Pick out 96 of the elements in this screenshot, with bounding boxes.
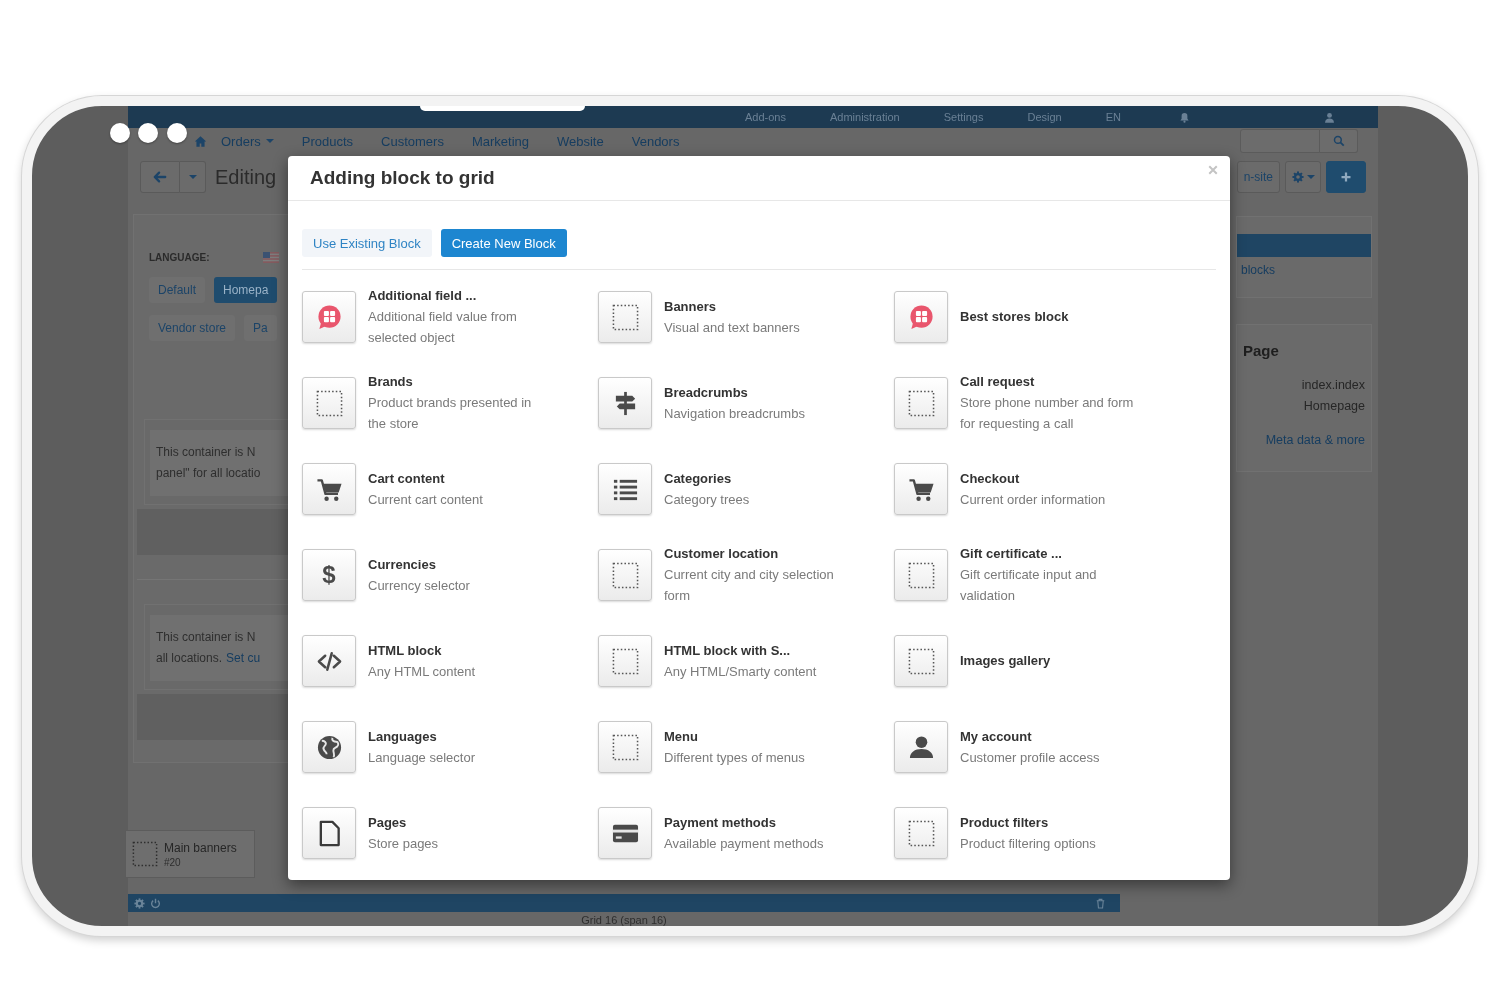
- block-description: Product filtering options: [960, 834, 1096, 853]
- user-icon[interactable]: [894, 721, 948, 773]
- block-description: Visual and text banners: [664, 318, 800, 337]
- dollar-sign-icon[interactable]: $: [302, 549, 356, 601]
- arrow-left-icon: [153, 170, 167, 184]
- block-description: Category trees: [664, 490, 750, 509]
- block-description: Different types of menus: [664, 748, 805, 767]
- caret-icon: [265, 139, 274, 143]
- block-title[interactable]: Customer location: [664, 544, 844, 564]
- signpost-icon[interactable]: [598, 377, 652, 429]
- block-number: #20: [164, 856, 182, 868]
- layout-tab[interactable]: Homepa: [214, 277, 278, 303]
- block-description: Gift certificate input and validation: [960, 566, 1098, 605]
- dropdown-button[interactable]: [180, 161, 206, 193]
- block-title[interactable]: Languages: [368, 726, 475, 747]
- block-description: Current cart content: [368, 490, 483, 509]
- dotted-square-icon[interactable]: [894, 635, 948, 687]
- language-label: LANGUAGE:: [149, 251, 210, 263]
- block-description: Any HTML/Smarty content: [664, 662, 817, 681]
- gear-icon: [1291, 171, 1304, 183]
- block-title[interactable]: Payment methods: [664, 812, 824, 833]
- block-description: Product brands presented in the store: [368, 394, 533, 433]
- dot-icon: [110, 123, 130, 143]
- power-icon[interactable]: [150, 897, 161, 909]
- block-title[interactable]: Pages: [368, 812, 439, 833]
- block-name: Main banners: [164, 840, 237, 855]
- block-description: Available payment methods: [664, 834, 824, 853]
- block-title[interactable]: Menu: [664, 726, 805, 747]
- dotted-square-icon[interactable]: [598, 291, 652, 343]
- block-title[interactable]: Images gallery: [960, 651, 1051, 671]
- dotted-square-icon[interactable]: [894, 377, 948, 429]
- block-title[interactable]: Banners: [664, 296, 800, 317]
- search-field[interactable]: [1240, 129, 1320, 153]
- block-description: Navigation breadcrumbs: [664, 404, 805, 423]
- block-title[interactable]: Checkout: [960, 468, 1106, 489]
- container-notice: This container is N all locations. Set cu: [150, 615, 288, 681]
- list-icon[interactable]: [598, 463, 652, 515]
- settings-button[interactable]: [1285, 161, 1321, 193]
- page-value: Homepage: [1302, 398, 1365, 415]
- cart-icon[interactable]: [302, 463, 356, 515]
- block-description: Additional field value from selected object: [368, 308, 518, 347]
- block-description: Current order information: [960, 490, 1106, 509]
- dotted-square-icon[interactable]: [598, 635, 652, 687]
- block-title[interactable]: Breadcrumbs: [664, 382, 805, 403]
- dotted-square-icon[interactable]: [598, 721, 652, 773]
- home-icon[interactable]: [194, 134, 207, 148]
- block-title[interactable]: Cart content: [368, 468, 483, 489]
- dotted-square-icon[interactable]: [302, 377, 356, 429]
- close-icon[interactable]: [1208, 165, 1218, 175]
- plus-icon: [1340, 171, 1352, 183]
- block-title[interactable]: HTML block with S...: [664, 640, 817, 661]
- page-value: index.index: [1300, 377, 1365, 394]
- caret-icon: [188, 175, 197, 179]
- trash-icon[interactable]: [1095, 897, 1106, 909]
- block-description: Customer profile access: [960, 748, 1100, 767]
- block-title[interactable]: Currencies: [368, 554, 470, 575]
- grid-bubble-icon[interactable]: [894, 291, 948, 343]
- block-description: Store phone number and form for requesting a call: [960, 394, 1135, 433]
- back-button[interactable]: [140, 161, 180, 193]
- dotted-square-icon[interactable]: [598, 549, 652, 601]
- page-title: Editing: [215, 165, 277, 189]
- block-title[interactable]: Additional field ...: [368, 286, 548, 306]
- bell-icon[interactable]: [1178, 111, 1190, 123]
- gear-icon[interactable]: [134, 897, 145, 909]
- search-icon: [1332, 135, 1345, 147]
- block-title[interactable]: Categories: [664, 468, 750, 489]
- flag-icon[interactable]: [262, 251, 279, 263]
- block-title[interactable]: HTML block: [368, 640, 476, 661]
- block-title[interactable]: Product filters: [960, 812, 1096, 833]
- block-title[interactable]: Gift certificate ...: [960, 544, 1140, 564]
- add-button[interactable]: [1326, 161, 1366, 193]
- code-icon[interactable]: [302, 635, 356, 687]
- block-title[interactable]: Call request: [960, 372, 1140, 392]
- dotted-square-icon[interactable]: [894, 807, 948, 859]
- caret-icon: [1306, 175, 1315, 179]
- block-description: Current city and city selection form: [664, 566, 835, 605]
- globe-icon[interactable]: [302, 721, 356, 773]
- dotted-square-icon: [132, 841, 158, 867]
- document-icon[interactable]: [302, 807, 356, 859]
- modal-tab[interactable]: Create New Block: [440, 229, 567, 257]
- block-description: Store pages: [368, 834, 439, 853]
- container-notice: This container is N panel" for all locatio: [150, 430, 288, 496]
- block-title[interactable]: Best stores block: [960, 307, 1069, 327]
- dotted-square-icon[interactable]: [894, 549, 948, 601]
- block-description: Language selector: [368, 748, 475, 767]
- block-title[interactable]: Brands: [368, 372, 548, 392]
- credit-card-icon[interactable]: [598, 807, 652, 859]
- modal-tab[interactable]: Use Existing Block: [302, 229, 432, 257]
- block-title[interactable]: My account: [960, 726, 1100, 747]
- panel-heading: Page: [1243, 341, 1280, 361]
- modal-title: Adding block to grid: [310, 167, 495, 189]
- search-button[interactable]: [1320, 129, 1358, 153]
- block-description: Currency selector: [368, 576, 470, 595]
- cart-icon[interactable]: [894, 463, 948, 515]
- grid-bubble-icon[interactable]: [302, 291, 356, 343]
- block-description: Any HTML content: [368, 662, 476, 681]
